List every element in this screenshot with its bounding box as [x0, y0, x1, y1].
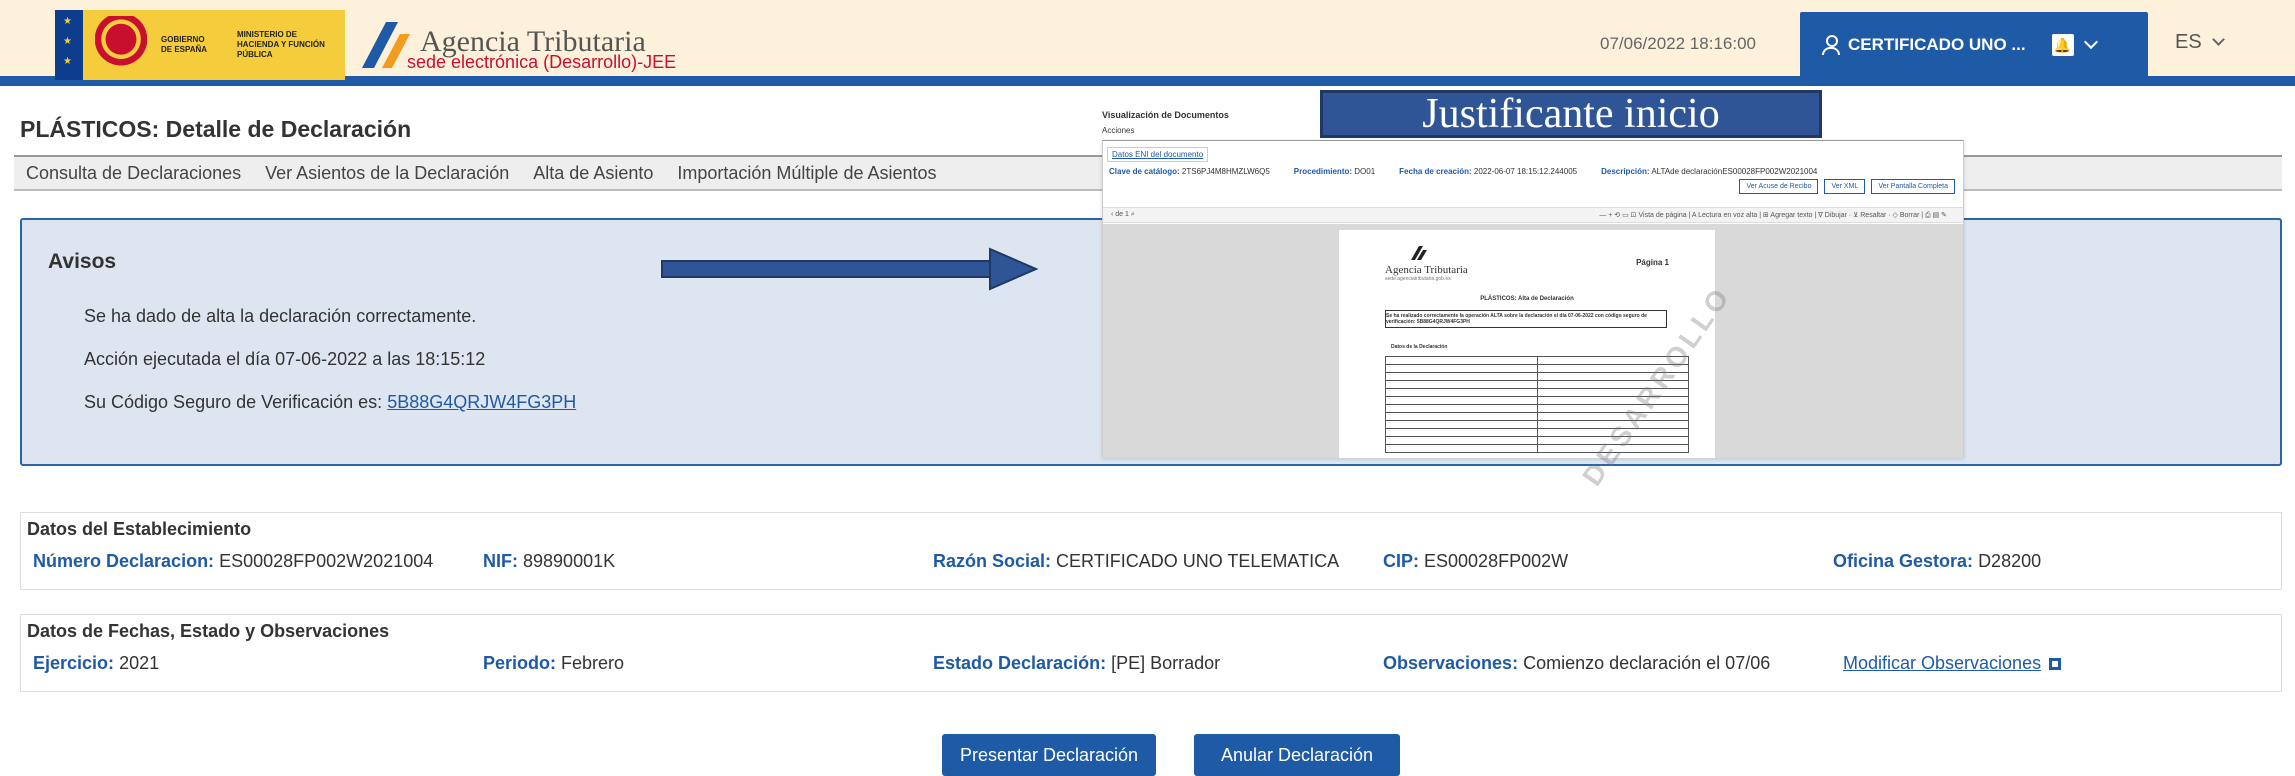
ministry-text: MINISTERIO DE HACIENDA Y FUNCIÓN PÚBLICA	[237, 30, 325, 59]
page-title: PLÁSTICOS: Detalle de Declaración	[20, 116, 412, 142]
notices-title: Avisos	[48, 250, 117, 273]
presentar-declaracion-button[interactable]: Presentar Declaración	[942, 734, 1156, 776]
nav-alta-asiento[interactable]: Alta de Asiento	[533, 163, 653, 184]
razon-social-value: CERTIFICADO UNO TELEMATICA	[1056, 551, 1340, 571]
notice-csv: Su Código Seguro de Verificación es: 5B8…	[84, 392, 576, 413]
dates-title: Datos de Fechas, Estado y Observaciones	[27, 621, 390, 641]
oficina-gestora-label: Oficina Gestora:	[1833, 551, 1974, 571]
proc-label: Procedimiento:	[1293, 167, 1353, 176]
pdf-heading: PLÁSTICOS: Alta de Declaración	[1480, 296, 1574, 302]
estado-value: [PE] Borrador	[1111, 653, 1221, 673]
proc-value: DO01	[1354, 167, 1376, 176]
date-value: 2022-06-07 18:15:12.244005	[1473, 167, 1578, 176]
observaciones-field: Observaciones: Comienzo declaración el 0…	[1383, 653, 1770, 674]
nif-field: NIF: 89890001K	[483, 551, 615, 572]
arrow-right-icon	[661, 247, 1039, 291]
estado-field: Estado Declaración: [PE] Borrador	[933, 653, 1220, 674]
site-header: ★ ★ ★ GOBIERNO DE ESPAÑA MINISTERIO DE H…	[0, 0, 2295, 86]
user-menu-button[interactable]: CERTIFICADO UNO ... 🔔	[1800, 12, 2148, 78]
modificar-observaciones-link[interactable]: Modificar Observaciones	[1843, 653, 2041, 673]
doc-buttons: Ver Acuse de Recibo Ver XML Ver Pantalla…	[1739, 179, 1955, 194]
estado-label: Estado Declaración:	[933, 653, 1107, 673]
numero-declaracion-label: Número Declaracion:	[33, 551, 215, 571]
coat-of-arms-icon	[95, 16, 147, 74]
nav-ver-asientos[interactable]: Ver Asientos de la Declaración	[265, 163, 509, 184]
razon-social-label: Razón Social:	[933, 551, 1052, 571]
chevron-down-icon	[2083, 34, 2098, 50]
doc-viewer-title: Visualización de Documentos	[1102, 110, 1229, 120]
tab-datos-eni[interactable]: Datos ENI del documento	[1107, 147, 1209, 162]
pdf-tools[interactable]: — + ⟲ ▭ ⊡ Vista de página | A Lectura en…	[1599, 211, 1947, 220]
catalog-value: 2TS6PJ4M8HMZLW6Q5	[1181, 167, 1270, 176]
user-label: CERTIFICADO UNO ...	[1848, 35, 2026, 54]
observaciones-value: Comienzo declaración el 07/06	[1523, 653, 1771, 673]
periodo-label: Periodo:	[483, 653, 557, 673]
eu-flag-icon: ★ ★ ★	[55, 10, 83, 80]
periodo-value: Febrero	[561, 653, 625, 673]
numero-declaracion-value: ES00028FP002W2021004	[219, 551, 434, 571]
establishment-title: Datos del Establecimiento	[27, 519, 252, 539]
justificante-banner: Justificante inicio	[1320, 90, 1822, 138]
periodo-field: Periodo: Febrero	[483, 653, 624, 674]
pdf-page: Agencia Tributaria sede.agenciatributari…	[1339, 230, 1737, 491]
session-datetime: 07/06/2022 18:16:00	[1600, 34, 1756, 53]
csv-code-link[interactable]: 5B88G4QRJW4FG3PH	[387, 392, 576, 412]
nav-consulta-declaraciones[interactable]: Consulta de Declaraciones	[26, 163, 241, 184]
observaciones-label: Observaciones:	[1383, 653, 1519, 673]
agency-subtitle: sede electrónica (Desarrollo)-JEE	[407, 52, 677, 72]
external-link-icon	[2049, 658, 2062, 671]
cip-label: CIP:	[1383, 551, 1419, 571]
ver-pantalla-completa-button[interactable]: Ver Pantalla Completa	[1871, 179, 1955, 194]
notice-timestamp: Acción ejecutada el día 07-06-2022 a las…	[84, 349, 486, 369]
chevron-down-icon	[2211, 33, 2225, 46]
establishment-section: Datos del Establecimiento Número Declara…	[20, 512, 2282, 590]
desc-value: ALTAde declaraciónES00028FP002W2021004	[1651, 167, 1818, 176]
doc-viewer-actions[interactable]: Acciones	[1102, 126, 1134, 135]
nav-importacion-multiple[interactable]: Importación Múltiple de Asientos	[677, 163, 936, 184]
modificar-observaciones-field: Modificar Observaciones	[1843, 653, 2062, 674]
user-icon	[1822, 35, 1840, 55]
nif-label: NIF:	[483, 551, 518, 571]
dates-section: Datos de Fechas, Estado y Observaciones …	[20, 614, 2282, 692]
pdf-page-nav[interactable]: ‹ de 1 ⌕	[1111, 211, 1135, 219]
oficina-gestora-value: D28200	[1978, 551, 2042, 571]
ver-xml-button[interactable]: Ver XML	[1824, 179, 1866, 194]
anular-declaracion-button[interactable]: Anular Declaración	[1194, 734, 1400, 776]
ejercicio-label: Ejercicio:	[33, 653, 115, 673]
razon-social-field: Razón Social: CERTIFICADO UNO TELEMATICA	[933, 551, 1339, 572]
ver-acuse-button[interactable]: Ver Acuse de Recibo	[1739, 179, 1819, 194]
pdf-result-box: Se ha realizado correctamente la operaci…	[1385, 310, 1667, 328]
doc-metadata: Clave de catálogo: 2TS6PJ4M8HMZLW6Q5 Pro…	[1109, 167, 1817, 176]
pdf-page-number: Página 1	[1636, 258, 1669, 267]
notification-bell-icon[interactable]: 🔔	[2051, 34, 2074, 56]
date-label: Fecha de creación:	[1399, 167, 1472, 176]
government-logo: ★ ★ ★ GOBIERNO DE ESPAÑA MINISTERIO DE H…	[55, 10, 345, 80]
ejercicio-field: Ejercicio: 2021	[33, 653, 159, 674]
pdf-toolbar: ‹ de 1 ⌕ — + ⟲ ▭ ⊡ Vista de página | A L…	[1103, 207, 1963, 223]
notice-success: Se ha dado de alta la declaración correc…	[84, 306, 477, 326]
gov-text: GOBIERNO DE ESPAÑA	[161, 35, 208, 54]
csv-prefix: Su Código Seguro de Verificación es:	[84, 392, 388, 412]
numero-declaracion-field: Número Declaracion: ES00028FP002W2021004	[33, 551, 433, 572]
nif-value: 89890001K	[523, 551, 616, 571]
desc-label: Descripción:	[1601, 167, 1650, 176]
document-viewer: Datos ENI del documento Clave de catálog…	[1102, 140, 1964, 491]
cip-field: CIP: ES00028FP002W	[1383, 551, 1568, 572]
pdf-canvas: Agencia Tributaria sede.agenciatributari…	[1103, 224, 1963, 491]
catalog-label: Clave de catálogo:	[1109, 167, 1180, 176]
agency-logo-icon	[1411, 246, 1427, 260]
cip-value: ES00028FP002W	[1424, 551, 1569, 571]
oficina-gestora-field: Oficina Gestora: D28200	[1833, 551, 2041, 572]
pdf-agency-name: Agencia Tributaria	[1385, 264, 1468, 276]
pdf-agency-url: sede.agenciatributaria.gob.es	[1385, 276, 1451, 282]
language-selector[interactable]: ES	[2175, 31, 2225, 54]
pdf-section-title: Datos de la Declaración	[1391, 344, 1448, 350]
language-label: ES	[2175, 31, 2202, 53]
ejercicio-value: 2021	[119, 653, 160, 673]
